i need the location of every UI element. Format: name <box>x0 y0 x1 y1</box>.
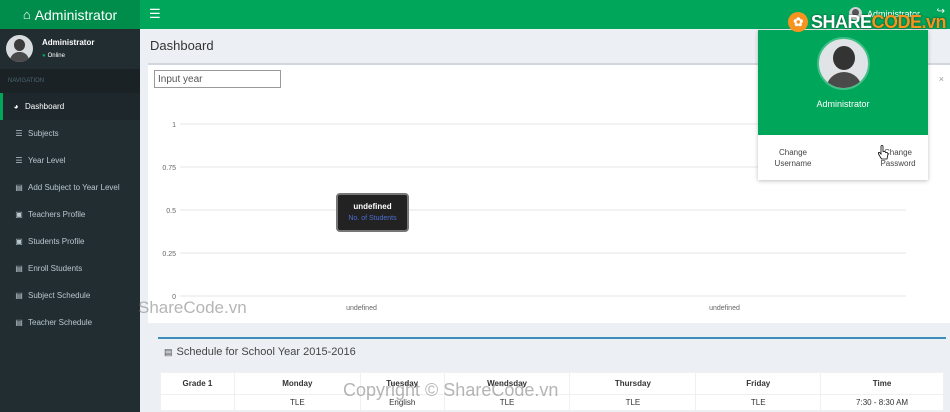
watermark-logo-text: SHARE <box>811 12 872 32</box>
tooltip-series-label: No. of Students <box>348 215 397 222</box>
watermark-logo: ✿ SHARECODE.vn <box>788 12 947 33</box>
sidebar-item-label: Students Profile <box>28 237 85 246</box>
app-title: Administrator <box>34 6 118 23</box>
dashboard-icon: ◕ <box>13 102 19 111</box>
year-input[interactable] <box>154 70 281 88</box>
tooltip-title: undefined <box>353 202 392 211</box>
nav-header: NAVIGATION <box>0 69 140 93</box>
sidebar: Administrator ● Online NAVIGATION ◕ Dashbo… <box>0 29 140 412</box>
sidebar-toggle-icon[interactable]: ☰ <box>149 6 161 22</box>
schedule-title: ▤ Schedule for School Year 2015-2016 <box>164 346 356 358</box>
sidebar-item-label: Add Subject to Year Level <box>28 183 120 192</box>
schedule-title-text: Schedule for School Year 2015-2016 <box>176 346 356 358</box>
list-icon: ☰ <box>15 129 23 138</box>
close-icon[interactable]: × <box>939 74 944 84</box>
calendar-icon: ▤ <box>164 347 173 357</box>
change-username-button[interactable]: Change Username <box>763 147 823 169</box>
dropdown-user-name: Administrator <box>816 99 870 109</box>
table-cell: TLE <box>233 394 361 411</box>
sidebar-item-label: Subject Schedule <box>28 291 91 300</box>
sidebar-item-label: Subjects <box>28 129 59 138</box>
table-header: Monday <box>233 372 361 395</box>
table-header: Time <box>820 372 944 395</box>
sidebar-item-dashboard[interactable]: ◕ Dashboard <box>0 93 140 120</box>
user-dropdown: Administrator Change Username Change Pas… <box>758 30 928 180</box>
sidebar-item-label: Year Level <box>28 156 66 165</box>
table-header: Grade 1 <box>160 372 235 395</box>
x-tick-label: undefined <box>346 305 377 312</box>
user-dropdown-header: Administrator <box>758 30 928 135</box>
sidebar-item-label: Dashboard <box>25 102 65 111</box>
table-header: Thursday <box>569 372 697 395</box>
watermark-text: ShareCode.vn <box>138 298 247 317</box>
status-badge: ● Online <box>42 53 65 59</box>
file-icon: ▤ <box>15 291 23 300</box>
app-logo[interactable]: ⌂ Administrator <box>0 0 140 29</box>
folder-icon: ▣ <box>15 237 23 246</box>
sidebar-user-name: Administrator <box>42 38 95 47</box>
watermark-text: Copyright © ShareCode.vn <box>343 380 559 400</box>
sidebar-item-add-subject[interactable]: ▤ Add Subject to Year Level <box>0 174 140 201</box>
sidebar-item-label: Enroll Students <box>28 264 83 273</box>
y-tick-label: 0.25 <box>162 251 176 258</box>
y-tick-label: 1 <box>172 122 176 129</box>
folder-icon: ▣ <box>15 210 23 219</box>
file-icon: ▤ <box>15 318 23 327</box>
avatar <box>817 37 870 90</box>
table-cell: TLE <box>569 394 697 411</box>
sharecode-logo-icon: ✿ <box>788 12 808 32</box>
list-icon: ☰ <box>15 156 23 165</box>
sidebar-item-label: Teacher Schedule <box>28 318 93 327</box>
sidebar-item-subjects[interactable]: ☰ Subjects <box>0 120 140 147</box>
table-cell: 7:30 - 8:30 AM <box>820 394 944 411</box>
table-cell <box>160 394 235 411</box>
page-title: Dashboard <box>150 38 214 53</box>
hand-cursor-icon <box>877 145 889 160</box>
sidebar-item-students-profile[interactable]: ▣ Students Profile <box>0 228 140 255</box>
sidebar-item-teachers-profile[interactable]: ▣ Teachers Profile <box>0 201 140 228</box>
status-text: Online <box>47 53 65 59</box>
avatar <box>6 35 33 62</box>
user-panel: Administrator ● Online <box>0 29 140 69</box>
table-header: Friday <box>695 372 822 395</box>
sidebar-item-teacher-schedule[interactable]: ▤ Teacher Schedule <box>0 309 140 336</box>
x-tick-label: undefined <box>709 305 740 312</box>
sidebar-item-year-level[interactable]: ☰ Year Level <box>0 147 140 174</box>
sidebar-item-enroll-students[interactable]: ▤ Enroll Students <box>0 255 140 282</box>
chart-tooltip: undefined No. of Students <box>336 193 409 232</box>
file-icon: ▤ <box>15 183 23 192</box>
sidebar-item-subject-schedule[interactable]: ▤ Subject Schedule <box>0 282 140 309</box>
file-icon: ▤ <box>15 264 23 273</box>
home-icon: ⌂ <box>22 7 31 22</box>
y-tick-label: 0.75 <box>162 165 176 172</box>
watermark-logo-text: CODE.vn <box>871 12 947 32</box>
table-cell: TLE <box>695 394 822 411</box>
sidebar-item-label: Teachers Profile <box>28 210 86 219</box>
y-tick-label: 0.5 <box>166 208 176 215</box>
status-dot-icon: ● <box>42 53 46 59</box>
